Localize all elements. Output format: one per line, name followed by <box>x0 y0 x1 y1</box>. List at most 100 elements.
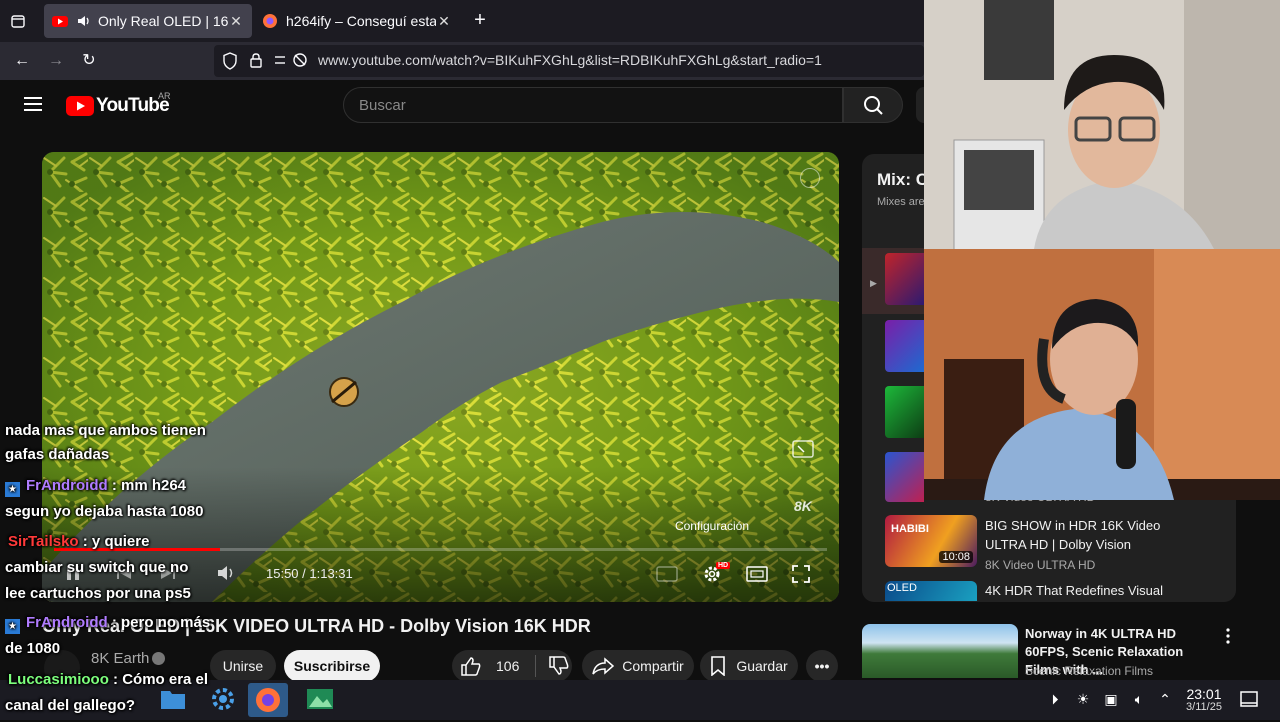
tab-list-icon[interactable] <box>10 13 26 29</box>
permissions-icon[interactable] <box>274 52 308 68</box>
chat-username: Luccasimiooo <box>8 671 109 688</box>
youtube-logo[interactable]: YouTube <box>66 95 170 117</box>
chevron-up-icon[interactable]: ⌃ <box>1156 690 1174 708</box>
mix-item-title: BIG SHOW in HDR 16K Video ULTRA HD | Dol… <box>985 518 1161 552</box>
mix-thumb[interactable] <box>885 386 924 438</box>
recommendation-channel: Scenic Relaxation Films <box>1025 664 1154 678</box>
file-manager-icon[interactable] <box>160 688 186 710</box>
volume-icon[interactable] <box>216 564 238 582</box>
chat-line: nada mas que ambos tienen <box>5 422 206 439</box>
chat-message: : pero no más <box>111 614 211 631</box>
mix-thumb-text: HABIBI <box>891 523 929 535</box>
webcam-overlay-top <box>924 0 1280 249</box>
like-count: 106 <box>496 658 520 674</box>
firefox-addons-favicon-icon <box>262 13 278 29</box>
chat-message: gafas dañadas <box>5 446 110 463</box>
close-tab-icon[interactable]: ✕ <box>436 13 452 30</box>
more-dots-icon: ••• <box>814 658 830 674</box>
settings-tooltip: Configuración <box>674 519 750 533</box>
mix-thumb[interactable] <box>885 253 924 305</box>
search-placeholder: Buscar <box>359 97 406 114</box>
firefox-taskbar-icon[interactable] <box>248 683 288 717</box>
duration-badge: 10:08 <box>939 551 973 563</box>
join-button[interactable]: Unirse <box>210 650 276 682</box>
tab-title: Only Real OLED | 16K V <box>98 13 228 29</box>
save-label: Guardar <box>736 658 788 674</box>
image-viewer-icon[interactable] <box>306 688 334 710</box>
youtube-logo-icon <box>66 96 94 116</box>
chat-message: de 1080 <box>5 640 61 657</box>
chat-message: : mm h264 <box>111 477 187 494</box>
search-button[interactable] <box>843 87 903 123</box>
chat-badge-icon: ★ <box>5 482 20 497</box>
search-input[interactable] <box>343 87 843 123</box>
volume-tray-icon[interactable]: 🔈︎ <box>1130 690 1148 708</box>
tab-title: h264ify – Conseguí esta ex <box>286 13 436 29</box>
mix-thumb[interactable] <box>885 320 924 372</box>
bookmark-icon <box>711 656 726 676</box>
info-icon[interactable] <box>800 168 820 188</box>
mix-item-thumbnail[interactable]: OLED <box>885 581 977 601</box>
chat-line: de 1080 <box>5 640 60 657</box>
clock-date[interactable]: 3/11/25 <box>1180 701 1228 713</box>
new-tab-button[interactable]: + <box>470 9 490 31</box>
back-arrow-icon[interactable]: ← <box>10 50 34 72</box>
more-actions-button[interactable]: ••• <box>806 650 838 682</box>
subtitles-icon[interactable] <box>656 566 678 582</box>
share-label: Compartir <box>622 658 684 674</box>
mix-thumb[interactable] <box>885 452 924 502</box>
thumbs-up-icon <box>461 657 481 676</box>
clipboard-icon[interactable]: ▣ <box>1102 690 1120 708</box>
mix-subtitle: Mixes are <box>877 196 925 208</box>
media-play-icon[interactable]: ⏵ <box>1046 690 1064 708</box>
clock-time[interactable]: 23:01 <box>1180 686 1228 702</box>
now-playing-icon: ▶ <box>870 278 877 288</box>
verified-icon <box>152 652 165 665</box>
subscribe-button[interactable]: Suscribirse <box>284 650 380 682</box>
chat-line: ★ FrAndroidd : mm h264 <box>5 477 186 497</box>
chat-message: nada mas que ambos tienen <box>5 422 206 439</box>
miniplayer-icon[interactable] <box>792 440 814 458</box>
reload-icon[interactable]: ↻ <box>77 50 101 72</box>
chat-message: : y quiere <box>82 533 150 550</box>
chat-message: cambiar su switch que no <box>5 559 189 576</box>
hd-badge: HD <box>716 562 731 569</box>
webcam-streamer-image <box>924 0 1280 249</box>
system-settings-icon[interactable] <box>210 686 236 712</box>
voice-search-button[interactable] <box>916 87 924 123</box>
menu-icon[interactable] <box>24 96 42 112</box>
speaker-icon[interactable] <box>76 13 92 29</box>
shield-icon[interactable] <box>222 52 238 70</box>
chat-line: SirTailsko : y quiere <box>5 533 149 550</box>
video-player[interactable]: 8K Configuración 15:50 / 1:13:31 HD <box>42 152 839 602</box>
like-button[interactable]: 106 <box>452 650 572 682</box>
more-options-icon[interactable] <box>1224 628 1232 644</box>
like-divider <box>535 655 537 677</box>
tab-h264ify[interactable]: h264ify – Conseguí esta ex ✕ <box>254 4 460 38</box>
search-icon <box>864 96 883 115</box>
mix-item-thumbnail[interactable]: HABIBI 10:08 <box>885 515 977 567</box>
watermark-logo: 8K <box>794 498 812 514</box>
channel-name[interactable]: 8K Earth <box>91 650 149 667</box>
browser-tab-bar: Only Real OLED | 16K V ✕ h264ify – Conse… <box>0 0 924 42</box>
tab-youtube[interactable]: Only Real OLED | 16K V ✕ <box>44 4 252 38</box>
theater-mode-icon[interactable] <box>746 566 768 582</box>
url-text[interactable]: www.youtube.com/watch?v=BIKuhFXGhLg&list… <box>318 52 822 68</box>
mix-title: Mix: C <box>877 170 928 189</box>
fullscreen-icon[interactable] <box>792 565 810 583</box>
brightness-icon[interactable]: ☀ <box>1074 690 1092 708</box>
progress-bar-track[interactable] <box>54 548 827 551</box>
show-desktop-icon[interactable] <box>1240 690 1258 708</box>
chat-message: segun yo dejaba hasta 1080 <box>5 503 204 520</box>
save-button[interactable]: Guardar <box>700 650 798 682</box>
mix-item-title: 4K HDR That Redefines Visual <box>985 583 1164 598</box>
thumbs-down-icon[interactable] <box>548 656 570 676</box>
close-tab-icon[interactable]: ✕ <box>228 13 244 30</box>
lock-icon[interactable] <box>249 52 263 68</box>
mix-item-channel: 8K Video ULTRA HD <box>985 558 1096 572</box>
chat-line: cambiar su switch que no <box>5 559 188 576</box>
share-button[interactable]: Compartir <box>582 650 694 682</box>
share-icon <box>592 657 615 675</box>
forward-arrow-icon[interactable]: → <box>44 50 68 72</box>
recommendation-thumbnail[interactable] <box>862 624 1018 678</box>
